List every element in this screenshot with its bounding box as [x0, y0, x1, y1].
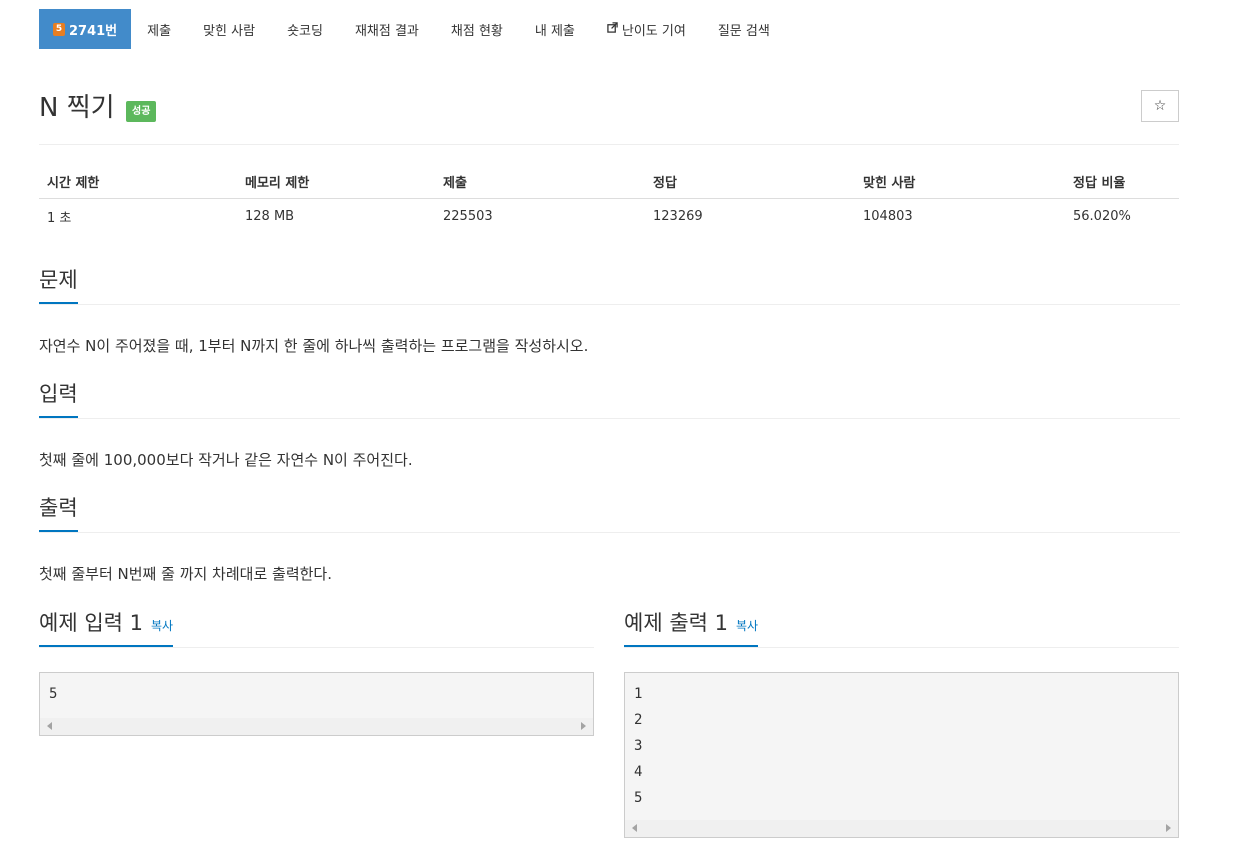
tab-rejudge-results[interactable]: 재채점 결과 [339, 9, 435, 49]
sample-input-box: 5 [39, 672, 594, 736]
header-submissions: 제출 [435, 164, 645, 199]
sample-input-title: 예제 입력 1 [39, 611, 143, 635]
value-memory-limit: 128 MB [245, 208, 295, 224]
tab-problem[interactable]: 5 2741번 [39, 9, 132, 49]
problem-info-table: 시간 제한 메모리 제한 제출 정답 맞힌 사람 정답 비율 1 초 128 M… [39, 164, 1179, 233]
problem-title-row: N 찍기 성공 ☆ [39, 88, 1179, 128]
scroll-left-arrow-icon[interactable] [47, 722, 52, 730]
value-submissions: 225503 [443, 208, 493, 224]
tier-badge-icon: 5 [53, 22, 65, 36]
header-accepted: 정답 [645, 164, 855, 199]
input-text: 첫째 줄에 100,000보다 작거나 같은 자연수 N이 주어진다. [39, 451, 413, 469]
header-accept-ratio: 정답 비율 [1065, 164, 1179, 199]
sample-output-lines: 1 2 3 4 5 [625, 673, 1178, 811]
sample-input-panel: 예제 입력 1 복사 5 [39, 611, 594, 737]
input-heading-bar: 입력 [39, 382, 1180, 419]
input-section: 입력 첫째 줄에 100,000보다 작거나 같은 자연수 N이 주어진다. [39, 382, 1180, 470]
table-header-row: 시간 제한 메모리 제한 제출 정답 맞힌 사람 정답 비율 [39, 164, 1179, 199]
description-heading-bar: 문제 [39, 268, 1180, 305]
value-accepted: 123269 [653, 208, 703, 224]
value-solvers: 104803 [863, 208, 913, 224]
description-section: 문제 자연수 N이 주어졌을 때, 1부터 N까지 한 줄에 하나씩 출력하는 … [39, 268, 1180, 356]
sample-input-heading-wrap: 예제 입력 1 복사 [39, 611, 174, 647]
tab-judge-status-label: 채점 현황 [450, 23, 503, 39]
sample-output-heading-bar: 예제 출력 1 복사 [624, 611, 1179, 648]
tab-submit[interactable]: 제출 [131, 9, 187, 49]
tab-problem-label: 2741번 [69, 23, 118, 39]
sample-output-line: 5 [634, 790, 643, 806]
tab-short-coding[interactable]: 숏코딩 [271, 9, 339, 49]
tab-difficulty-contribution-label: 난이도 기여 [621, 23, 686, 39]
title-divider [39, 144, 1179, 145]
sample-input-lines: 5 [40, 673, 593, 707]
sample-output-box: 1 2 3 4 5 [624, 672, 1179, 838]
sample-output-line: 4 [634, 764, 643, 780]
scroll-right-arrow-icon[interactable] [581, 722, 586, 730]
external-link-icon [607, 22, 618, 36]
tab-solvers[interactable]: 맞힌 사람 [187, 9, 271, 49]
output-heading: 출력 [39, 496, 78, 532]
sample-output-line: 1 [634, 686, 643, 702]
tab-submit-label: 제출 [147, 23, 172, 39]
sample-input-line: 5 [49, 686, 58, 702]
tab-judge-status[interactable]: 채점 현황 [435, 9, 519, 49]
input-heading: 입력 [39, 382, 78, 418]
scroll-right-arrow-icon[interactable] [1166, 824, 1171, 832]
favorite-button[interactable]: ☆ [1141, 90, 1179, 122]
sample-input-heading-bar: 예제 입력 1 복사 [39, 611, 594, 648]
sample-output-line: 2 [634, 712, 643, 728]
sample-output-panel: 예제 출력 1 복사 1 2 3 4 5 [624, 611, 1179, 839]
sample-output-copy-link[interactable]: 복사 [736, 619, 758, 633]
status-badge: 성공 [126, 101, 157, 122]
tab-difficulty-contribution[interactable]: 난이도 기여 [591, 9, 702, 49]
tab-short-coding-label: 숏코딩 [287, 23, 323, 39]
description-heading: 문제 [39, 268, 78, 304]
tab-my-submissions-label: 내 제출 [534, 23, 575, 39]
output-heading-bar: 출력 [39, 496, 1180, 533]
output-text: 첫째 줄부터 N번째 줄 까지 차례대로 출력한다. [39, 565, 332, 583]
star-icon: ☆ [1153, 98, 1167, 114]
value-time-limit: 1 초 [47, 210, 72, 226]
tab-solvers-label: 맞힌 사람 [203, 23, 256, 39]
value-accept-ratio: 56.020% [1073, 208, 1131, 224]
scroll-left-arrow-icon[interactable] [632, 824, 637, 832]
tab-question-search[interactable]: 질문 검색 [702, 9, 786, 49]
sample-output-heading-wrap: 예제 출력 1 복사 [624, 611, 759, 647]
header-time-limit: 시간 제한 [39, 164, 237, 199]
header-memory-limit: 메모리 제한 [237, 164, 435, 199]
sample-output-scrollbar[interactable] [625, 820, 1178, 837]
sample-input-scrollbar[interactable] [40, 718, 593, 735]
sample-input-copy-link[interactable]: 복사 [151, 619, 173, 633]
problem-tabs: 5 2741번 제출 맞힌 사람 숏코딩 재채점 결과 채점 현황 내 제출 난… [39, 9, 786, 49]
tab-question-search-label: 질문 검색 [717, 23, 770, 39]
sample-output-title: 예제 출력 1 [624, 611, 728, 635]
sample-output-line: 3 [634, 738, 643, 754]
header-solvers: 맞힌 사람 [855, 164, 1065, 199]
output-section: 출력 첫째 줄부터 N번째 줄 까지 차례대로 출력한다. [39, 496, 1180, 584]
table-row: 1 초 128 MB 225503 123269 104803 56.020% [39, 199, 1179, 234]
page-title: N 찍기 [39, 93, 115, 123]
description-text: 자연수 N이 주어졌을 때, 1부터 N까지 한 줄에 하나씩 출력하는 프로그… [39, 337, 589, 355]
tab-my-submissions[interactable]: 내 제출 [519, 9, 591, 49]
tab-rejudge-results-label: 재채점 결과 [354, 23, 419, 39]
